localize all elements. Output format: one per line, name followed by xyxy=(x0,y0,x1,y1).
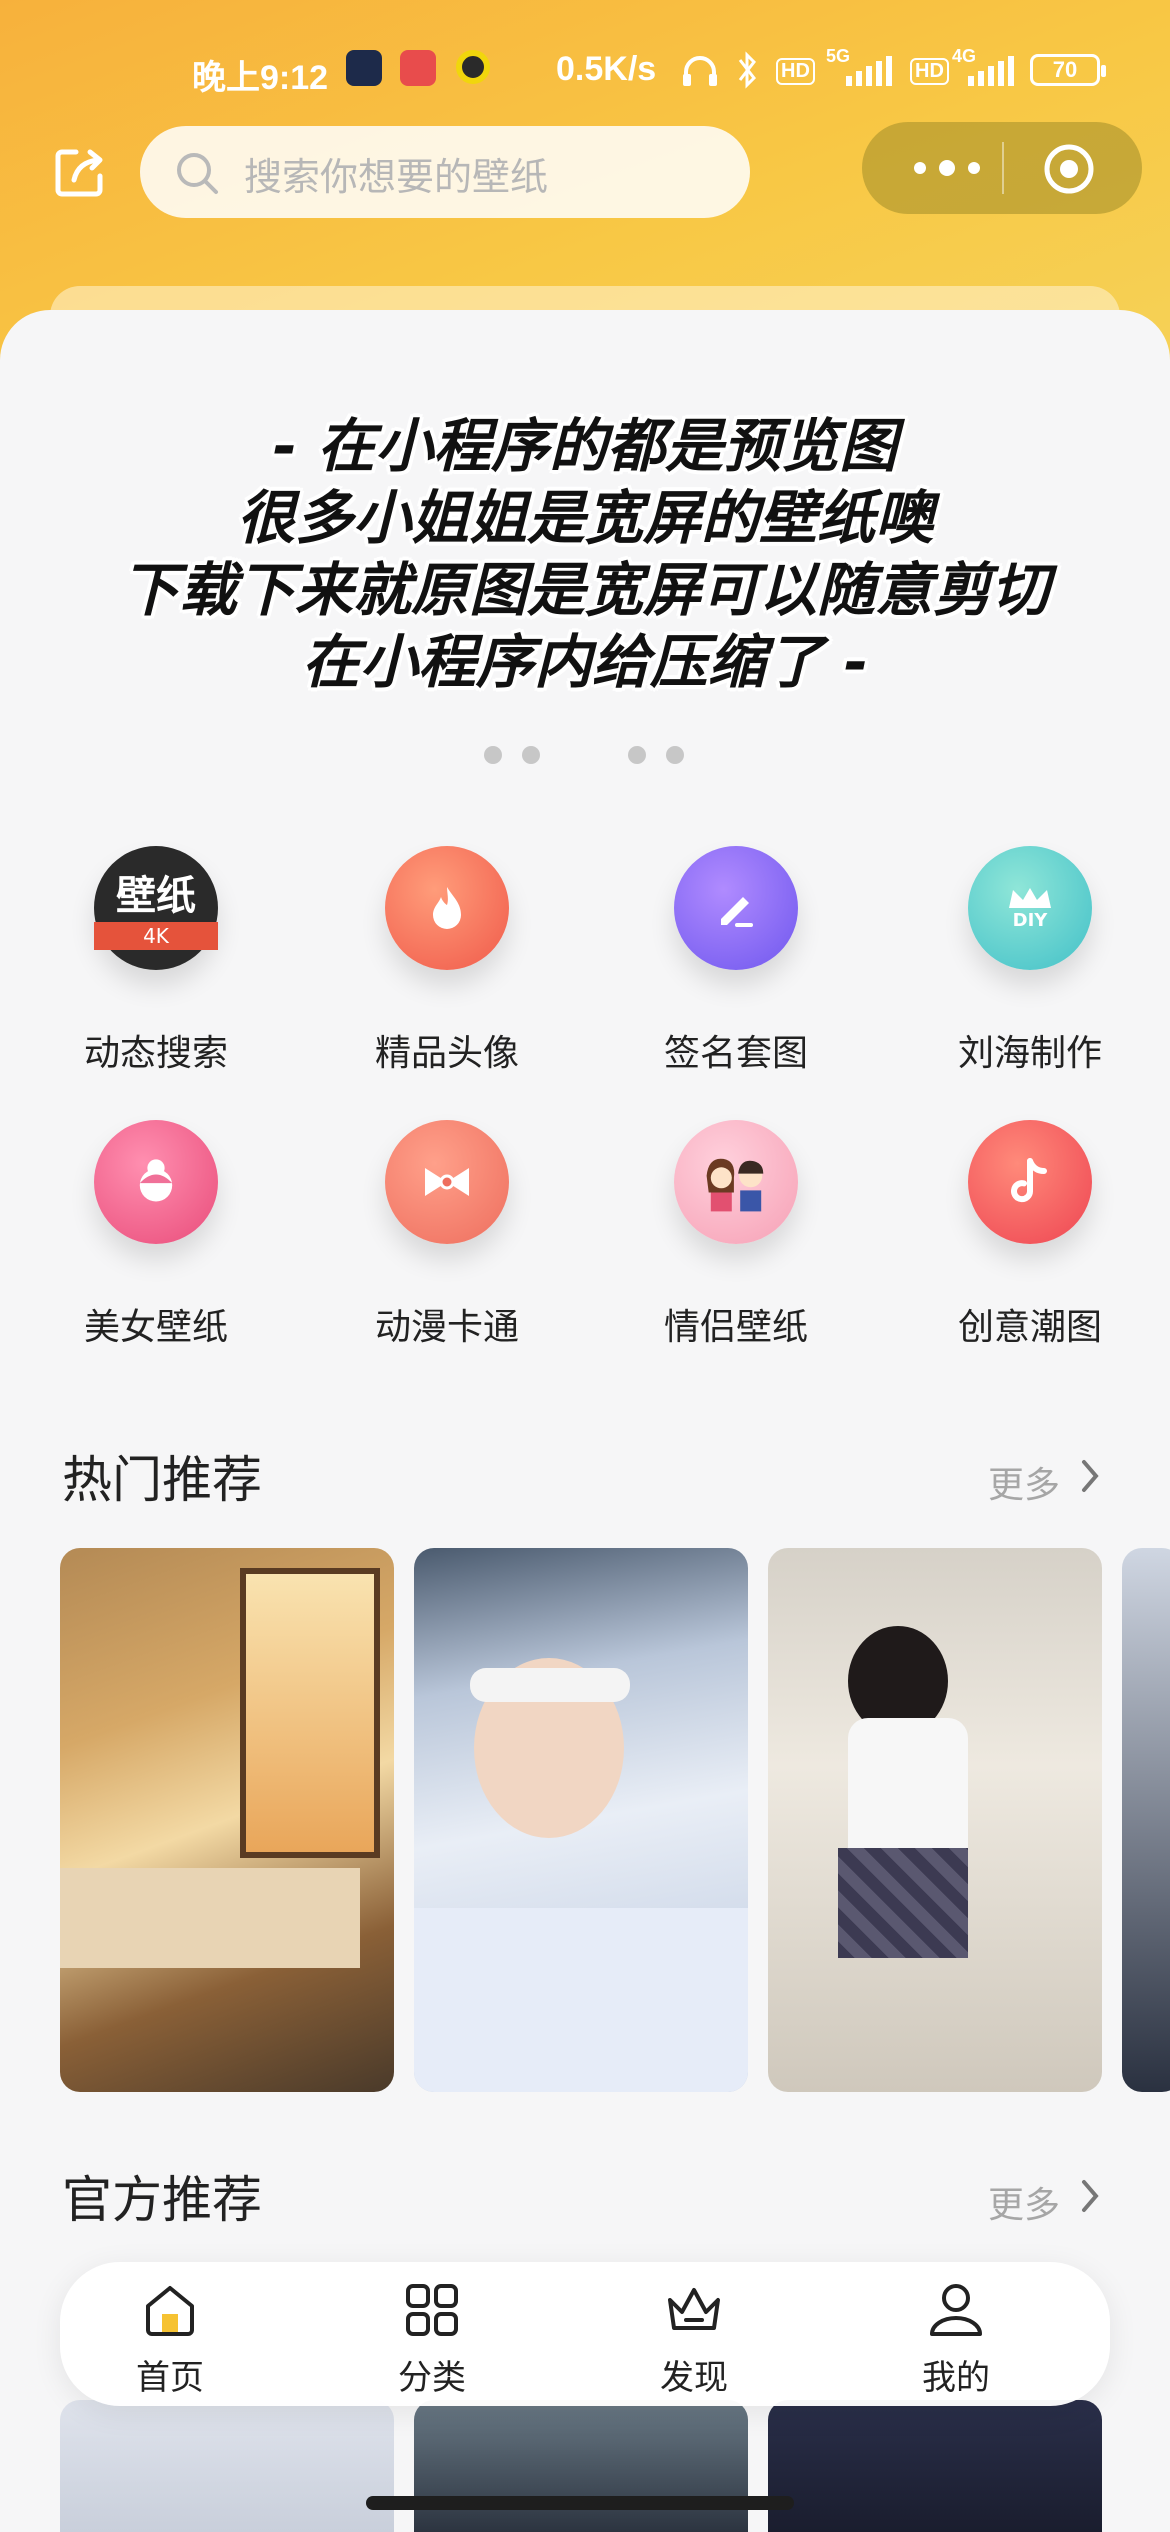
crown-diy-icon: DIY xyxy=(968,846,1092,970)
wallpaper-thumbnail[interactable] xyxy=(1122,1548,1170,2092)
category-label: 美女壁纸 xyxy=(83,1307,228,1348)
wallpaper-badge-text: 壁纸 xyxy=(116,873,196,919)
tab-label: 发现 xyxy=(660,2358,728,2398)
status-time: 晚上9:12 xyxy=(192,59,329,97)
hot-section-title: 热门推荐 xyxy=(62,1451,262,1509)
signal-bars-2-icon xyxy=(968,56,1014,86)
portrait-shirt xyxy=(848,1718,968,1868)
portrait-skirt xyxy=(838,1848,968,1958)
carousel-dot[interactable] xyxy=(628,746,646,764)
official-thumbnail[interactable] xyxy=(60,2400,394,2532)
banner-carousel[interactable]: - 在小程序的都是预览图 很多小姐姐是宽屏的壁纸噢 下载下来就原图是宽屏可以随意… xyxy=(0,410,1170,698)
share-icon[interactable] xyxy=(54,146,106,198)
more-options-icon[interactable] xyxy=(902,150,992,186)
home-icon xyxy=(146,2286,194,2336)
miniprogram-capsule xyxy=(862,122,1142,214)
bedsheet xyxy=(414,1908,748,2092)
category-label: 签名套图 xyxy=(663,1033,808,1074)
tab-discover[interactable]: 发现 xyxy=(614,2280,774,2399)
capsule-divider xyxy=(1002,142,1004,194)
official-section-title: 官方推荐 xyxy=(62,2171,262,2229)
wallpaper-4k-icon: 壁纸 4K xyxy=(94,846,218,970)
app-notification-icon xyxy=(400,50,436,86)
tab-label: 分类 xyxy=(398,2358,466,2398)
tab-profile[interactable]: 我的 xyxy=(876,2280,1036,2399)
window-light xyxy=(240,1568,380,1858)
search-input[interactable]: 搜索你想要的壁纸 xyxy=(140,126,750,218)
close-miniprogram-icon[interactable] xyxy=(1042,142,1096,196)
category-beauty-wallpaper[interactable]: 美女壁纸 xyxy=(36,1120,276,1350)
search-icon xyxy=(177,153,218,194)
headband xyxy=(470,1668,630,1702)
official-thumbnail[interactable] xyxy=(414,2400,748,2532)
bow-icon xyxy=(385,1120,509,1244)
carousel-dot[interactable] xyxy=(666,746,684,764)
status-bar: 晚上9:12 0.5K/s HD 5G HD 4G 70 xyxy=(0,40,1170,100)
tab-category[interactable]: 分类 xyxy=(352,2280,512,2399)
network-speed: 0.5K/s xyxy=(556,50,657,88)
tab-label: 我的 xyxy=(922,2358,990,2398)
grid-icon xyxy=(406,2284,458,2336)
carousel-dot[interactable] xyxy=(484,746,502,764)
diy-text: DIY xyxy=(1012,909,1048,931)
category-anime-cartoon[interactable]: 动漫卡通 xyxy=(327,1120,567,1350)
carousel-dot[interactable] xyxy=(522,746,540,764)
category-dynamic-search[interactable]: 壁纸 4K 动态搜索 xyxy=(36,846,276,1076)
battery-indicator: 70 xyxy=(1030,54,1106,86)
wallpaper-thumbnail[interactable] xyxy=(768,1548,1102,2092)
official-thumbnail[interactable] xyxy=(768,2400,1102,2532)
tiktok-notification-icon xyxy=(346,50,382,86)
carousel-indicator xyxy=(0,746,1170,766)
wallpaper-thumbnail[interactable] xyxy=(414,1548,748,2092)
banner-line: 在小程序内给压缩了 - xyxy=(301,628,869,696)
banner-line: - 在小程序的都是预览图 xyxy=(272,412,898,480)
bottom-tab-bar: 首页 分类 发现 我的 xyxy=(60,2262,1110,2406)
category-premium-avatar[interactable]: 精品头像 xyxy=(327,846,567,1076)
search-placeholder: 搜索你想要的壁纸 xyxy=(244,155,549,199)
wallpaper-thumbnail[interactable] xyxy=(60,1548,394,2092)
category-notch-maker[interactable]: DIY 刘海制作 xyxy=(910,846,1150,1076)
banner-line: 下载下来就原图是宽屏可以随意剪切 xyxy=(120,556,1049,624)
category-signature-set[interactable]: 签名套图 xyxy=(616,846,856,1076)
user-icon xyxy=(930,2284,982,2336)
category-label: 动漫卡通 xyxy=(374,1307,519,1348)
music-note-icon xyxy=(968,1120,1092,1244)
girl-face-icon xyxy=(94,1120,218,1244)
headphones-icon xyxy=(683,56,717,86)
hd-badge-1: HD xyxy=(776,58,815,85)
chevron-right-icon[interactable] xyxy=(1078,1458,1102,1494)
sink-counter xyxy=(60,1868,360,1968)
hot-more-link[interactable]: 更多 xyxy=(988,1456,1060,1508)
pen-icon xyxy=(674,846,798,970)
4k-badge-text: 4K xyxy=(94,922,218,950)
bluetooth-icon xyxy=(738,51,756,89)
category-couple-wallpaper[interactable]: 情侣壁纸 xyxy=(616,1120,856,1350)
hd-badge-2: HD xyxy=(910,58,949,85)
tab-label: 首页 xyxy=(136,2358,204,2398)
tab-home[interactable]: 首页 xyxy=(90,2280,250,2399)
banner-line: 很多小姐姐是宽屏的壁纸噢 xyxy=(236,484,933,552)
category-creative-trend[interactable]: 创意潮图 xyxy=(910,1120,1150,1350)
chevron-right-icon[interactable] xyxy=(1078,2178,1102,2214)
official-more-link[interactable]: 更多 xyxy=(988,2176,1060,2228)
flame-icon xyxy=(385,846,509,970)
circle-notification-icon xyxy=(456,50,490,84)
signal-bars-1-icon xyxy=(846,56,892,86)
crown-icon xyxy=(668,2288,720,2330)
category-label: 创意潮图 xyxy=(957,1307,1102,1348)
home-indicator[interactable] xyxy=(366,2496,794,2510)
category-label: 动态搜索 xyxy=(83,1033,228,1074)
category-label: 刘海制作 xyxy=(957,1033,1102,1074)
category-label: 精品头像 xyxy=(374,1033,519,1074)
category-label: 情侣壁纸 xyxy=(663,1307,808,1348)
couple-icon xyxy=(674,1120,798,1244)
